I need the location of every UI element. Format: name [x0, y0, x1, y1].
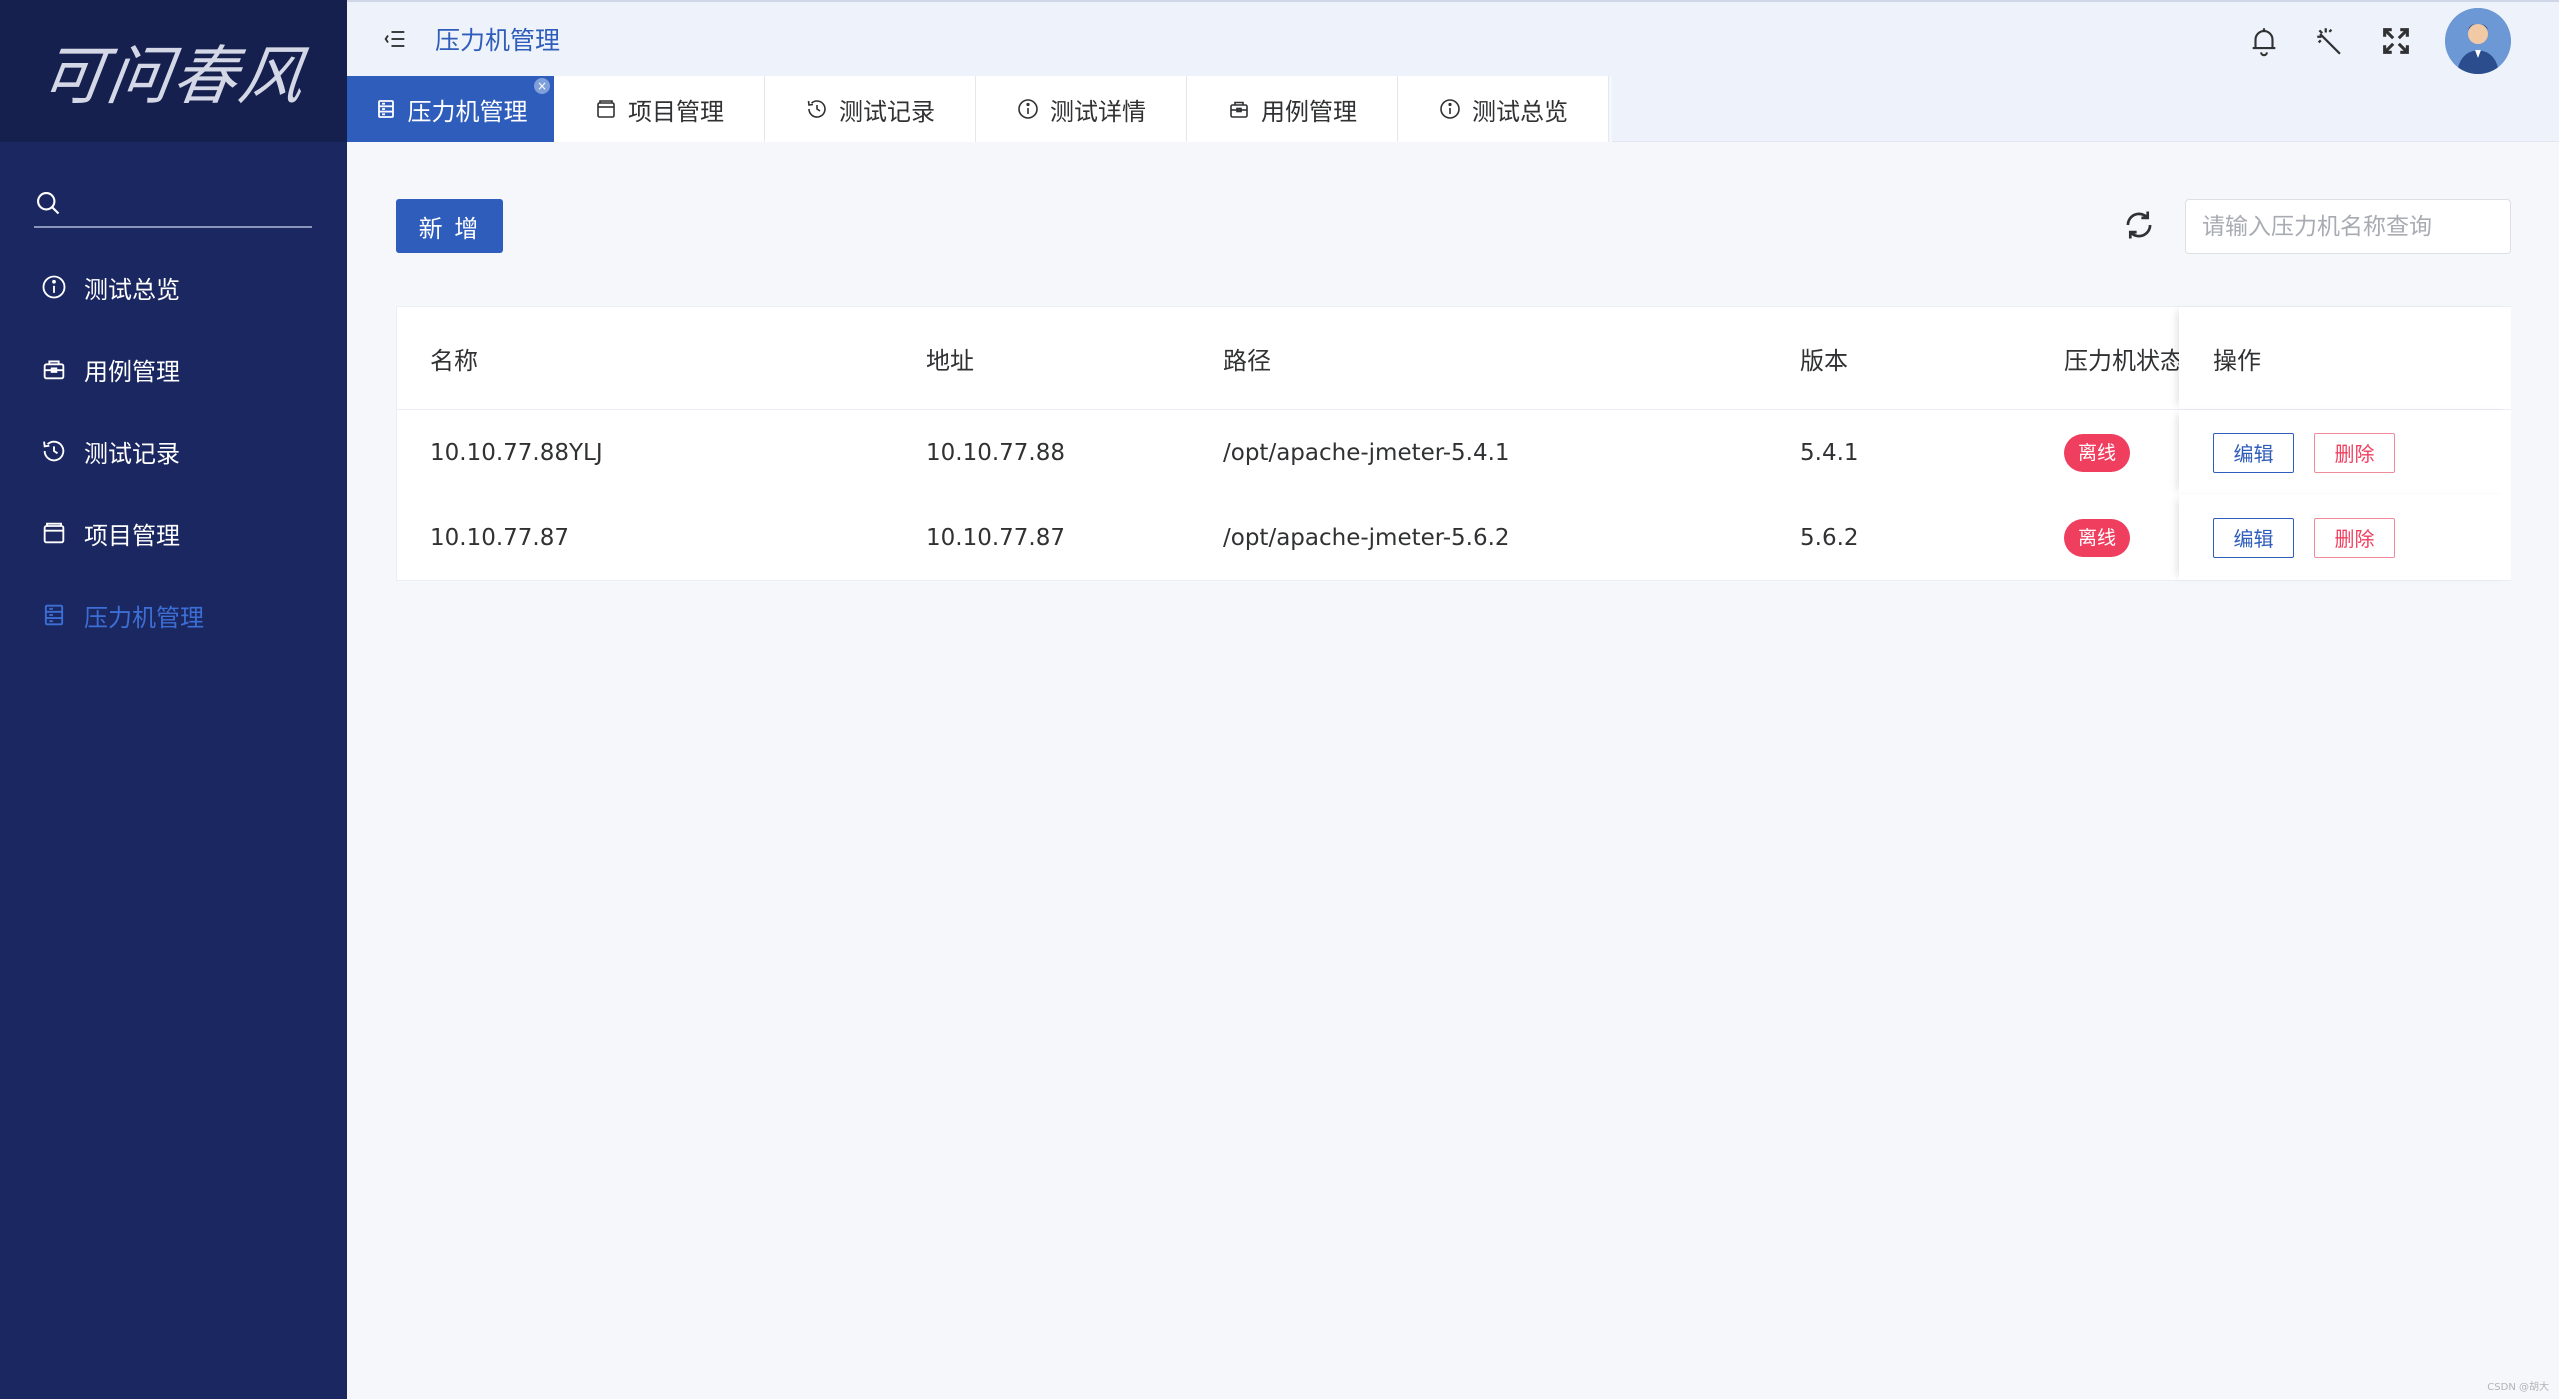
magic-wand-icon[interactable] [2313, 24, 2347, 58]
case-icon [40, 355, 68, 383]
cell-actions: 编辑 删除 [2179, 495, 2511, 580]
tab-overview[interactable]: 测试总览 [1398, 76, 1609, 142]
cell-path: /opt/apache-jmeter-5.4.1 [1223, 439, 1510, 466]
status-badge: 离线 [2064, 433, 2131, 472]
tabs-bar: 压力机管理 × 项目管理 测试记录 测试详情 用例管理 测试总览 [347, 76, 1609, 142]
sidebar-search[interactable] [34, 180, 312, 228]
cell-status: 离线 [2064, 410, 2179, 495]
cell-name: 10.10.77.87 [430, 524, 569, 551]
cell-path: /opt/apache-jmeter-5.6.2 [1223, 524, 1510, 551]
tab-records[interactable]: 测试记录 [765, 76, 976, 142]
column-header: 压力机状态 [2064, 346, 2179, 375]
cell-status: 离线 [2064, 495, 2179, 580]
logo-text: 可问春风 [35, 40, 310, 114]
column-header: 名称 [430, 346, 478, 375]
cell-name: 10.10.77.88YLJ [430, 439, 603, 466]
avatar[interactable] [2445, 8, 2511, 74]
tabs-bar-background [1612, 76, 2559, 142]
sidebar: 可问春风 测试总览 用例管理 测试记录 项目管理 压力机管理 [0, 0, 347, 1399]
tab-cases[interactable]: 用例管理 [1187, 76, 1398, 142]
case-icon [1227, 97, 1251, 121]
bell-icon[interactable] [2247, 24, 2281, 58]
delete-button[interactable]: 删除 [2314, 517, 2395, 558]
info-icon [1016, 97, 1040, 121]
cell-address: 10.10.77.88 [926, 439, 1065, 466]
breadcrumb: 压力机管理 [435, 26, 561, 55]
stress-machine-table: 名称 地址 路径 版本 压力机状态 操作 10.10.77.88YLJ 10.1… [396, 306, 2511, 581]
project-icon [594, 97, 618, 121]
column-header: 版本 [1800, 346, 1848, 375]
column-header: 操作 [2179, 307, 2511, 409]
cell-actions: 编辑 删除 [2179, 410, 2511, 495]
edit-button[interactable]: 编辑 [2213, 432, 2294, 473]
column-header: 路径 [1223, 346, 1271, 375]
sidebar-item-label: 压力机管理 [84, 603, 204, 632]
delete-button[interactable]: 删除 [2314, 432, 2395, 473]
sidebar-item-overview[interactable]: 测试总览 [0, 246, 347, 328]
sidebar-item-stress-machines[interactable]: 压力机管理 [0, 574, 347, 656]
search-input[interactable] [2185, 199, 2511, 254]
cell-version: 5.4.1 [1800, 439, 1859, 466]
cell-version: 5.6.2 [1800, 524, 1859, 551]
tab-label: 用例管理 [1261, 97, 1357, 126]
watermark: CSDN @胡大 [2487, 1382, 2549, 1393]
sidebar-item-label: 测试记录 [84, 439, 180, 468]
top-header: 压力机管理 [347, 0, 2559, 76]
tab-details[interactable]: 测试详情 [976, 76, 1187, 142]
table-row: 10.10.77.87 10.10.77.87 /opt/apache-jmet… [397, 495, 2511, 580]
edit-button[interactable]: 编辑 [2213, 517, 2294, 558]
header-actions [2247, 8, 2511, 74]
tab-label: 测试详情 [1050, 97, 1146, 126]
logo: 可问春风 [0, 0, 347, 142]
fullscreen-icon[interactable] [2379, 24, 2413, 58]
tab-stress-machines[interactable]: 压力机管理 × [347, 76, 554, 142]
info-icon [1438, 97, 1462, 121]
tab-label: 测试总览 [1472, 97, 1568, 126]
column-header: 地址 [926, 346, 974, 375]
tab-label: 项目管理 [628, 97, 724, 126]
project-icon [40, 519, 68, 547]
search-icon[interactable] [34, 189, 62, 217]
cell-address: 10.10.77.87 [926, 524, 1065, 551]
tab-label: 压力机管理 [407, 97, 528, 126]
menu-toggle-icon[interactable] [381, 25, 409, 53]
sidebar-menu: 测试总览 用例管理 测试记录 项目管理 压力机管理 [0, 246, 347, 656]
history-icon [805, 97, 829, 121]
close-icon[interactable]: × [534, 78, 550, 94]
sidebar-item-projects[interactable]: 项目管理 [0, 492, 347, 574]
info-icon [40, 273, 68, 301]
table-row: 10.10.77.88YLJ 10.10.77.88 /opt/apache-j… [397, 410, 2511, 495]
status-badge: 离线 [2064, 518, 2131, 557]
tab-label: 测试记录 [839, 97, 935, 126]
server-icon [40, 601, 68, 629]
sidebar-item-records[interactable]: 测试记录 [0, 410, 347, 492]
add-button[interactable]: 新 增 [396, 199, 503, 253]
history-icon [40, 437, 68, 465]
refresh-icon[interactable] [2120, 206, 2158, 244]
sidebar-item-label: 项目管理 [84, 521, 180, 550]
tab-projects[interactable]: 项目管理 [554, 76, 765, 142]
sidebar-item-label: 测试总览 [84, 275, 180, 304]
table-header: 名称 地址 路径 版本 压力机状态 操作 [397, 307, 2511, 410]
sidebar-item-label: 用例管理 [84, 357, 180, 386]
sidebar-item-cases[interactable]: 用例管理 [0, 328, 347, 410]
server-icon [374, 97, 398, 121]
